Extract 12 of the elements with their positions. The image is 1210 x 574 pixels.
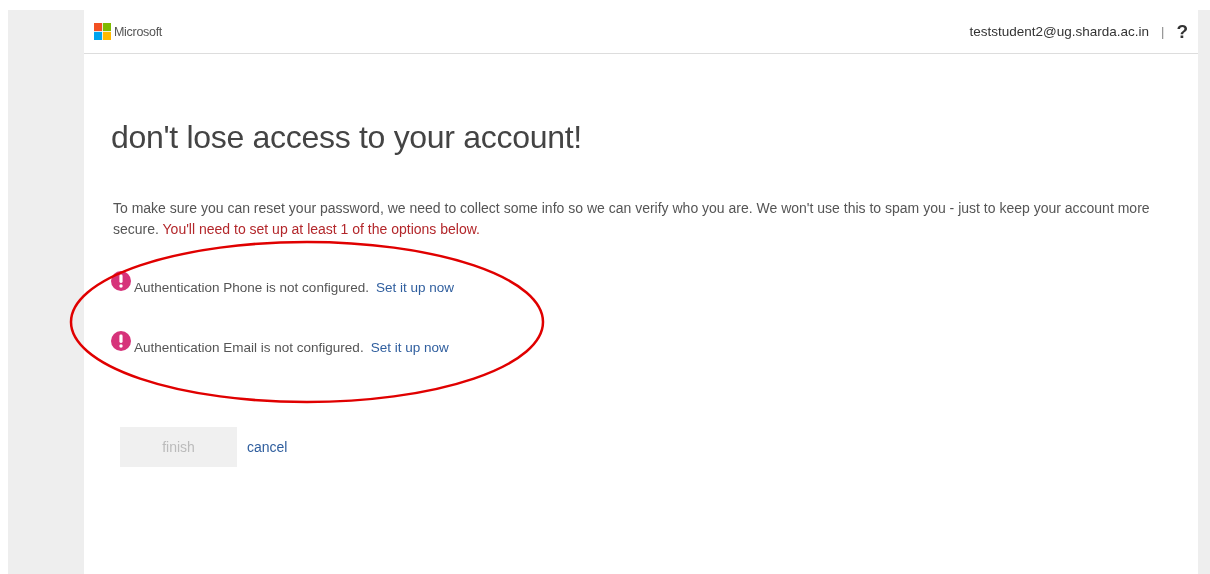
separator: | bbox=[1161, 24, 1165, 39]
page-title: don't lose access to your account! bbox=[111, 119, 583, 156]
cancel-link[interactable]: cancel bbox=[247, 439, 288, 455]
intro-paragraph: To make sure you can reset your password, we need to collect some info so we can verify who you are. We won't use this to spam you - just to keep your account more secure. You'll need to set up at least 1 of the options below. bbox=[113, 199, 1151, 239]
brand-name: Microsoft bbox=[114, 24, 162, 39]
account-email[interactable]: teststudent2@ug.sharda.ac.in bbox=[969, 24, 1149, 39]
setup-link[interactable]: Set it up now bbox=[375, 280, 454, 295]
setup-link[interactable]: Set it up now bbox=[370, 340, 449, 355]
status-text: Authentication Phone is not configured. bbox=[134, 280, 369, 295]
microsoft-logo-icon bbox=[94, 23, 111, 40]
status-text: Authentication Email is not configured. bbox=[134, 340, 364, 355]
help-button[interactable]: ? bbox=[1176, 20, 1188, 43]
